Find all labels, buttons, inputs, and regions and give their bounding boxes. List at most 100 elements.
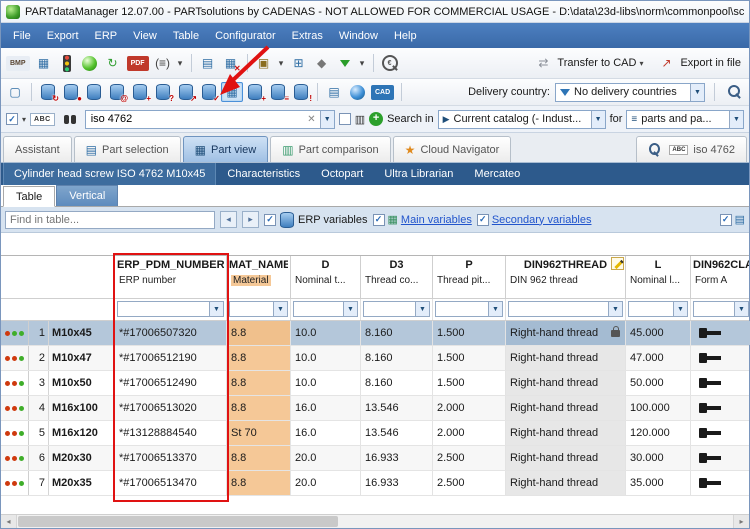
cell-part-name[interactable]: M10x50 [49,371,115,395]
cell-part-name[interactable]: M10x47 [49,346,115,370]
dropdown-icon[interactable]: ▼ [319,110,334,128]
keyword-checkbox[interactable] [338,113,351,125]
edit-pencil-icon[interactable] [611,257,624,270]
cell-erp-number[interactable]: *#17006507320 [115,321,227,345]
tab-search-result[interactable]: ABC iso 4762 [636,136,747,162]
delivery-country-dropdown[interactable]: No delivery countries ▼ [555,82,705,102]
window-layout-icon[interactable]: ▢ [4,82,26,102]
cell-p[interactable]: 1.500 [433,371,506,395]
table-row[interactable]: 6 M20x30 *#17006513370 8.8 20.0 16.933 2… [1,446,749,471]
scope-dropdown[interactable]: ≡ parts and pa... ▼ [626,109,744,129]
cell-material[interactable]: 8.8 [227,321,291,345]
find-previous-button[interactable]: ◂ [220,211,237,228]
main-variables-label[interactable]: Main variables [401,214,472,226]
erp-sync-db-icon[interactable] [290,82,312,103]
catalog-dropdown[interactable]: ▶ Current catalog (- Indust... ▼ [437,109,606,129]
keyword-tag-icon[interactable]: ▥ [355,113,365,126]
erp-user-db-icon[interactable] [60,82,82,103]
transfer-to-cad-button[interactable]: ⇄ Transfer to CAD ▾ [527,50,648,76]
table-row[interactable]: 1 M10x45 *#17006507320 8.8 10.0 8.160 1.… [1,321,750,346]
cell-din962-thread[interactable]: Right-hand thread [506,471,626,495]
dropdown-icon[interactable]: ▾ [175,53,186,73]
filter-dropdown-icon[interactable]: ▼ [488,302,502,316]
cell-d[interactable]: 10.0 [291,321,361,345]
update-parts-icon[interactable]: ↻ [102,53,124,73]
tab-mercateo[interactable]: Mercateo [464,163,530,185]
main-variables-checkbox[interactable] [372,213,385,226]
cell-form-a[interactable] [691,396,750,420]
cell-erp-number[interactable]: *#17006513370 [115,446,227,470]
price-search-icon[interactable] [379,53,401,73]
dropdown-icon[interactable]: ▼ [690,83,704,101]
scroll-left-icon[interactable]: ◂ [1,515,17,528]
header-l[interactable]: L Nominal l... [626,256,691,298]
cell-d[interactable]: 20.0 [291,471,361,495]
cell-d3[interactable]: 13.546 [361,421,433,445]
menu-table[interactable]: Table [165,27,207,45]
export-bmp-icon[interactable]: BMP [6,55,30,71]
menu-erp[interactable]: ERP [87,27,126,45]
cell-d[interactable]: 16.0 [291,421,361,445]
cell-p[interactable]: 1.500 [433,321,506,345]
cell-part-name[interactable]: M20x30 [49,446,115,470]
find-next-button[interactable]: ▸ [242,211,259,228]
filter-erp-number[interactable]: ▼ [117,301,224,317]
filter-dropdown-icon[interactable]: ▼ [734,302,748,316]
filter-material[interactable]: ▼ [229,301,288,317]
part-3d-export-icon[interactable]: ▣ [253,53,275,73]
cell-part-name[interactable]: M16x100 [49,396,115,420]
cell-din962-thread[interactable]: Right-hand thread [506,446,626,470]
erp-db-icon[interactable] [83,82,105,102]
header-erp-pdm-number[interactable]: ERP_PDM_NUMBER ERP number [115,256,227,298]
menu-configurator[interactable]: Configurator [207,27,284,45]
cell-din962-thread[interactable]: Right-hand thread [506,321,626,345]
cell-p[interactable]: 2.500 [433,471,506,495]
erp-table-view-icon[interactable]: ▦ [221,82,243,102]
cell-part-name[interactable]: M20x35 [49,471,115,495]
cell-form-a[interactable] [691,346,750,370]
cad-dialog-icon[interactable]: CAD [371,84,395,100]
erp-check-db-icon[interactable] [198,82,220,103]
filter-green-icon[interactable] [334,53,356,73]
tab-characteristics[interactable]: Characteristics [217,163,310,185]
dropdown-icon[interactable]: ▾ [357,53,368,73]
search-icon[interactable] [724,82,746,102]
transfer-cad-icon[interactable]: ⇄ [532,53,554,73]
status-traffic-light-icon[interactable] [56,53,78,73]
cell-din962-thread[interactable]: Right-hand thread [506,396,626,420]
filter-l[interactable]: ▼ [628,301,688,317]
menu-file[interactable]: File [5,27,39,45]
cell-material[interactable]: 8.8 [227,446,291,470]
search-binoculars-icon[interactable] [59,109,81,129]
tab-part-view[interactable]: ▦ Part view [182,136,269,162]
filter-dropdown-icon[interactable]: ▼ [415,302,429,316]
tab-ultra-librarian[interactable]: Ultra Librarian [374,163,463,185]
cell-d3[interactable]: 8.160 [361,321,433,345]
preview-3d-icon[interactable] [79,53,101,73]
filter-p[interactable]: ▼ [435,301,503,317]
tab-part-selection[interactable]: ▤ Part selection [73,136,181,162]
dimension-list-icon[interactable]: (≡) [152,53,174,73]
structure-icon[interactable]: ⊞ [288,53,310,73]
header-mat-name[interactable]: MAT_NAME Material [227,256,291,298]
table-row[interactable]: 7 M20x35 *#17006513470 8.8 20.0 16.933 2… [1,471,749,496]
web-globe-icon[interactable] [346,82,368,102]
cell-material[interactable]: 8.8 [227,396,291,420]
cell-length[interactable]: 120.000 [626,421,691,445]
secondary-variables-checkbox[interactable] [476,213,489,226]
cell-p[interactable]: 2.500 [433,446,506,470]
abc-text-search-icon[interactable]: ABC [30,112,55,126]
export-pdf-icon[interactable]: PDF [126,55,149,71]
cell-d[interactable]: 10.0 [291,346,361,370]
find-in-table-input[interactable] [6,213,214,226]
cell-part-name[interactable]: M10x45 [49,321,115,345]
filter-dropdown-icon[interactable]: ▼ [673,302,687,316]
erp-add-db-icon[interactable] [129,82,151,103]
cell-erp-number[interactable]: *#17006512490 [115,371,227,395]
cell-d3[interactable]: 13.546 [361,396,433,420]
cell-form-a[interactable] [691,321,750,345]
export-in-file-button[interactable]: ↗ Export in file [650,50,746,76]
erp-export-db-icon[interactable] [175,82,197,103]
search-input[interactable] [90,113,304,125]
cell-din962-thread[interactable]: Right-hand thread [506,346,626,370]
